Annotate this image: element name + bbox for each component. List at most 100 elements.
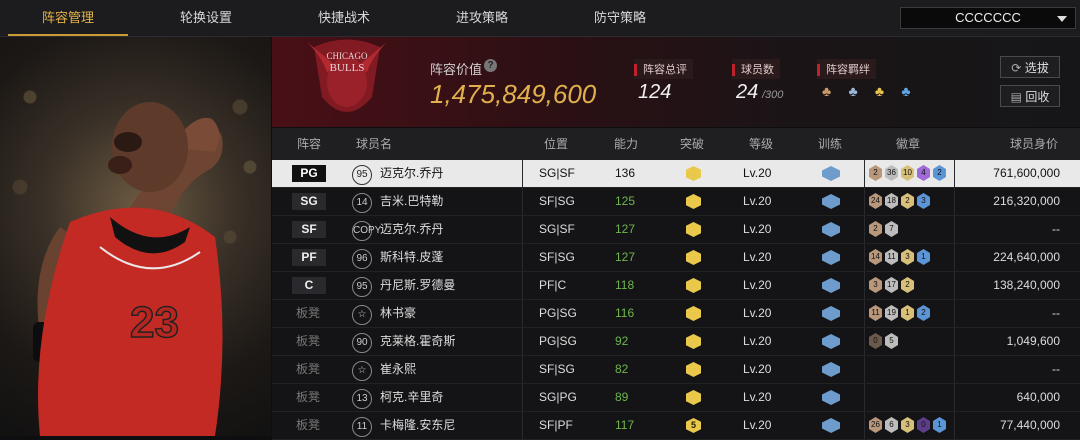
help-icon[interactable]: ? <box>484 59 497 72</box>
training-icon[interactable] <box>822 222 840 237</box>
jersey-number-icon: 90 <box>352 333 372 353</box>
badge-icon[interactable]: 0 <box>869 333 882 349</box>
badge-icon[interactable]: 3 <box>917 193 930 209</box>
training-icon[interactable] <box>822 194 840 209</box>
badge-icon[interactable]: 14 <box>869 249 882 265</box>
breakthrough-icon[interactable] <box>686 250 701 265</box>
badge-icon[interactable]: 7 <box>885 221 898 237</box>
badge-icon[interactable]: 36 <box>885 165 898 181</box>
table-row[interactable]: 板凳 13 柯克.辛里奇 SG|PG 89 Lv.20 640,000 <box>272 384 1080 412</box>
badge-icon[interactable]: 18 <box>885 193 898 209</box>
badge-icon[interactable]: 5 <box>885 333 898 349</box>
table-row[interactable]: C 95 丹尼斯.罗德曼 PF|C 118 Lv.20 3 17 2 138,240,000 <box>272 272 1080 300</box>
table-row[interactable]: PG 95 迈克尔.乔丹 SG|SF 136 Lv.20 2 36 10 4 2 761,600,00… <box>272 160 1080 188</box>
badge-icon[interactable]: 2 <box>901 193 914 209</box>
slot-position-tag[interactable]: C <box>292 277 326 294</box>
badge-icon[interactable]: 3 <box>869 277 882 293</box>
badge-icon[interactable]: 2 <box>933 165 946 181</box>
bond-group-icon[interactable]: ♣ <box>875 83 893 99</box>
training-icon[interactable] <box>822 390 840 405</box>
breakthrough-icon[interactable]: 5 <box>686 418 701 433</box>
badge-icon[interactable]: 10 <box>901 165 914 181</box>
slot-position-tag[interactable]: SG <box>292 193 326 210</box>
column-divider <box>954 160 955 187</box>
training-icon[interactable] <box>822 278 840 293</box>
badge-icon[interactable]: 17 <box>885 277 898 293</box>
breakthrough-icon[interactable] <box>686 390 701 405</box>
training-icon[interactable] <box>822 418 840 433</box>
player-name[interactable]: 迈克尔.乔丹 <box>380 160 443 187</box>
tab-lineup-management[interactable]: 阵容管理 <box>8 0 128 36</box>
training-icon[interactable] <box>822 334 840 349</box>
slot-position-tag[interactable]: PG <box>292 165 326 182</box>
player-name[interactable]: 吉米.巴特勒 <box>380 188 443 215</box>
badge-icon[interactable]: 2 <box>869 165 882 181</box>
bond-group-icon[interactable]: ♣ <box>901 83 919 99</box>
slot-position-tag[interactable]: PF <box>292 249 326 266</box>
badge-icon[interactable]: 2 <box>869 221 882 237</box>
table-row[interactable]: 板凳 ☆ 崔永熙 SF|SG 82 Lv.20 -- <box>272 356 1080 384</box>
training-icon[interactable] <box>822 362 840 377</box>
badge-icon[interactable]: 1 <box>933 417 946 433</box>
training-icon[interactable] <box>822 250 840 265</box>
player-level: Lv.20 <box>743 166 772 180</box>
tab-defense-strategy[interactable]: 防守策略 <box>560 0 680 36</box>
breakthrough-icon[interactable] <box>686 306 701 321</box>
badge-icon[interactable]: 1 <box>901 305 914 321</box>
table-row[interactable]: 板凳 ☆ 林书豪 PG|SG 116 Lv.20 11 19 1 2 -- <box>272 300 1080 328</box>
table-row[interactable]: SG 14 吉米.巴特勒 SF|SG 125 Lv.20 24 18 2 3 216,320,000 <box>272 188 1080 216</box>
player-name[interactable]: 迈克尔.乔丹 <box>380 216 443 243</box>
badge-icon[interactable]: 19 <box>885 305 898 321</box>
player-name[interactable]: 崔永熙 <box>380 356 416 383</box>
recycle-button[interactable]: ▤ 回收 <box>1000 85 1060 107</box>
badge-icon[interactable]: 0 <box>917 417 930 433</box>
badge-icon[interactable]: 24 <box>869 193 882 209</box>
badge-icon[interactable]: 11 <box>869 305 882 321</box>
badge-icon[interactable]: 26 <box>869 417 882 433</box>
tab-rotation-settings[interactable]: 轮换设置 <box>146 0 266 36</box>
slot-bench[interactable]: 板凳 <box>296 384 320 411</box>
table-row[interactable]: PF 96 斯科特.皮蓬 SF|SG 127 Lv.20 14 11 3 1 224,640,000 <box>272 244 1080 272</box>
slot-bench[interactable]: 板凳 <box>296 328 320 355</box>
player-name[interactable]: 柯克.辛里奇 <box>380 384 443 411</box>
player-position: SG|SF <box>539 222 575 236</box>
breakthrough-icon[interactable] <box>686 194 701 209</box>
player-name[interactable]: 克莱格.霍奇斯 <box>380 328 455 355</box>
player-name[interactable]: 斯科特.皮蓬 <box>380 244 443 271</box>
select-button[interactable]: ⟳ 选拔 <box>1000 56 1060 78</box>
badge-icon[interactable]: 4 <box>917 165 930 181</box>
badge-icon[interactable]: 3 <box>901 417 914 433</box>
player-value: 761,600,000 <box>993 166 1060 180</box>
player-count-value: 24 <box>736 81 759 103</box>
slot-bench[interactable]: 板凳 <box>296 356 320 383</box>
column-divider <box>522 412 523 439</box>
slot-position-tag[interactable]: SF <box>292 221 326 238</box>
badge-icon[interactable]: 2 <box>901 277 914 293</box>
table-row[interactable]: SF COPY 迈克尔.乔丹 SG|SF 127 Lv.20 2 7 -- <box>272 216 1080 244</box>
breakthrough-icon[interactable] <box>686 166 701 181</box>
tab-quick-tactics[interactable]: 快捷战术 <box>284 0 404 36</box>
training-icon[interactable] <box>822 306 840 321</box>
table-row[interactable]: 板凳 90 克莱格.霍奇斯 PG|SG 92 Lv.20 0 5 1,049,600 <box>272 328 1080 356</box>
player-name[interactable]: 丹尼斯.罗德曼 <box>380 272 455 299</box>
player-name[interactable]: 林书豪 <box>380 300 416 327</box>
slot-bench[interactable]: 板凳 <box>296 300 320 327</box>
breakthrough-icon[interactable] <box>686 278 701 293</box>
badge-icon[interactable]: 11 <box>885 249 898 265</box>
breakthrough-icon[interactable] <box>686 362 701 377</box>
tab-offense-strategy[interactable]: 进攻策略 <box>422 0 542 36</box>
badge-icon[interactable]: 6 <box>885 417 898 433</box>
bond-group-icon[interactable]: ♣ <box>848 83 866 99</box>
slot-bench[interactable]: 板凳 <box>296 412 320 439</box>
team-dropdown[interactable]: CCCCCCC <box>900 7 1076 29</box>
badge-icon[interactable]: 1 <box>917 249 930 265</box>
breakthrough-icon[interactable] <box>686 222 701 237</box>
bond-group-icon[interactable]: ♣ <box>822 83 840 99</box>
player-name[interactable]: 卡梅隆.安东尼 <box>380 412 455 439</box>
training-icon[interactable] <box>822 166 840 181</box>
player-level: Lv.20 <box>743 278 772 292</box>
badge-icon[interactable]: 3 <box>901 249 914 265</box>
badge-icon[interactable]: 2 <box>917 305 930 321</box>
breakthrough-icon[interactable] <box>686 334 701 349</box>
column-divider <box>954 384 955 411</box>
